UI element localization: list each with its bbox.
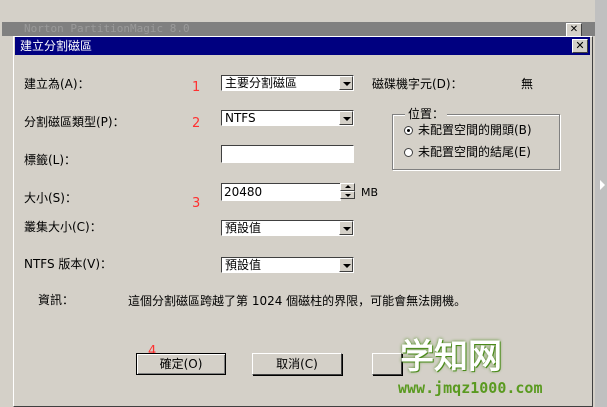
size-value: 20480: [224, 185, 263, 199]
size-unit: MB: [361, 186, 379, 199]
cluster-size-label: 叢集大小(C)：: [24, 220, 102, 234]
dialog-titlebar: [15, 37, 590, 55]
drive-letter-value: 無: [521, 77, 534, 91]
radio-start-label[interactable]: 未配置空間的開頭(B): [418, 122, 532, 138]
partition-type-value: NTFS: [225, 111, 256, 125]
partition-type-label: 分割磁區類型(P)：: [24, 115, 125, 129]
drive-letter-label: 磁碟機字元(D)：: [372, 77, 463, 91]
ntfs-version-select[interactable]: 預設值: [221, 257, 354, 273]
size-label: 大小(S)：: [24, 191, 77, 205]
chevron-down-icon[interactable]: [339, 111, 353, 125]
partition-type-select[interactable]: NTFS: [221, 110, 354, 126]
chevron-down-icon[interactable]: [339, 221, 353, 235]
ntfs-version-value: 預設值: [225, 258, 262, 272]
tag-label: 標籤(L)：: [24, 153, 77, 167]
background-close-icon[interactable]: ✕: [566, 23, 582, 37]
marker-2: 2: [192, 116, 201, 131]
spin-down-icon[interactable]: [340, 191, 355, 199]
radio-end-label[interactable]: 未配置空間的結尾(E): [418, 144, 531, 160]
radio-end[interactable]: [404, 148, 413, 157]
info-text: 這個分割磁區跨越了第 1024 個磁柱的界限，可能會無法開機。: [128, 294, 467, 308]
watermark-logo: 学知网: [400, 337, 502, 377]
help-button[interactable]: [372, 353, 402, 375]
size-spinner[interactable]: [340, 183, 355, 199]
cluster-size-select[interactable]: 預設值: [221, 220, 354, 236]
info-label: 資訊：: [38, 293, 75, 307]
cancel-button[interactable]: 取消(C): [252, 353, 342, 375]
chevron-down-icon[interactable]: [339, 76, 353, 90]
pointer-arrow-icon: [600, 180, 605, 190]
right-edge: [595, 0, 607, 407]
tag-input[interactable]: [221, 145, 354, 163]
ok-button[interactable]: 確定(O): [136, 353, 226, 375]
size-input[interactable]: 20480: [221, 183, 341, 201]
cluster-size-value: 預設值: [225, 221, 262, 235]
spin-up-icon[interactable]: [340, 183, 355, 191]
marker-1: 1: [192, 80, 201, 95]
marker-3: 3: [192, 196, 201, 211]
radio-start[interactable]: [404, 126, 413, 135]
create-as-value: 主要分割磁區: [225, 76, 298, 90]
create-as-label: 建立為(A)：: [24, 77, 90, 91]
dialog-title: 建立分割磁區: [20, 39, 93, 53]
create-as-select[interactable]: 主要分割磁區: [221, 75, 354, 91]
chevron-down-icon[interactable]: [339, 258, 353, 272]
ntfs-version-label: NTFS 版本(V)：: [24, 257, 113, 271]
background-window-title: Norton PartitionMagic 8.0: [24, 22, 190, 35]
close-icon[interactable]: ✕: [572, 39, 588, 53]
position-group-title: 位置：: [405, 106, 448, 122]
watermark-url: www.jmqz1000.com: [398, 379, 543, 397]
